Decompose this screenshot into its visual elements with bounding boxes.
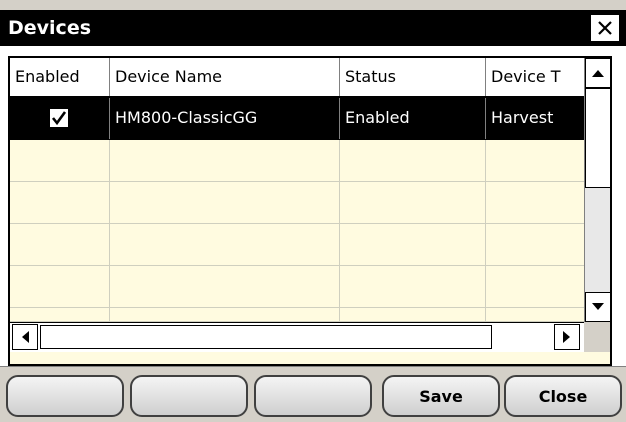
empty-cell <box>10 182 110 223</box>
table-row[interactable]: HM800-ClassicGG Enabled Harvest <box>10 98 584 140</box>
empty-cell <box>486 308 584 321</box>
chevron-right-icon <box>563 331 570 343</box>
chevron-left-icon <box>22 331 29 343</box>
scroll-down-button[interactable] <box>585 292 610 322</box>
close-button[interactable]: Close <box>504 375 622 417</box>
save-button[interactable]: Save <box>382 375 500 417</box>
scroll-up-button[interactable] <box>585 58 610 88</box>
title-bar: Devices <box>0 10 626 46</box>
horizontal-scroll-thumb[interactable] <box>40 325 492 349</box>
horizontal-scrollbar[interactable] <box>10 322 584 352</box>
enabled-checkbox[interactable] <box>48 107 70 129</box>
device-type-cell: Harvest <box>491 108 554 127</box>
empty-cell <box>486 266 584 307</box>
vertical-scrollbar[interactable] <box>584 58 610 322</box>
empty-cell <box>486 224 584 265</box>
chevron-up-icon <box>592 70 604 77</box>
empty-cell <box>340 308 486 321</box>
empty-cell <box>10 308 110 321</box>
column-header-device-type[interactable]: Device T <box>486 58 584 96</box>
scroll-left-button[interactable] <box>12 324 38 350</box>
close-window-button[interactable] <box>590 14 620 42</box>
empty-cell <box>110 224 340 265</box>
enabled-cell <box>10 98 110 139</box>
table-row[interactable] <box>10 308 584 322</box>
vertical-scroll-thumb[interactable] <box>585 88 610 188</box>
table-row[interactable] <box>10 224 584 266</box>
table-header: Enabled Device Name Status Device T <box>10 58 584 98</box>
column-header-enabled[interactable]: Enabled <box>10 58 110 96</box>
empty-cell <box>10 266 110 307</box>
blank-button-3[interactable] <box>254 375 372 417</box>
empty-cell <box>486 182 584 223</box>
devices-window: Devices Enabled Device Name Status Devic… <box>0 0 626 422</box>
empty-cell <box>340 224 486 265</box>
content-area: Enabled Device Name Status Device T HM80… <box>0 46 626 366</box>
button-bar: Save Close <box>0 366 626 422</box>
empty-cell <box>486 140 584 181</box>
empty-cell <box>110 140 340 181</box>
checkmark-icon <box>51 111 67 126</box>
empty-cell <box>340 182 486 223</box>
empty-cell <box>340 140 486 181</box>
window-title: Devices <box>8 17 92 39</box>
empty-cell <box>340 266 486 307</box>
table-row[interactable] <box>10 266 584 308</box>
devices-table: Enabled Device Name Status Device T HM80… <box>8 56 612 366</box>
chevron-down-icon <box>592 303 604 310</box>
device-name-cell: HM800-ClassicGG <box>110 98 340 139</box>
status-cell: Enabled <box>340 98 486 139</box>
empty-cell <box>10 224 110 265</box>
empty-cell <box>110 182 340 223</box>
scroll-right-button[interactable] <box>554 324 580 350</box>
empty-cell <box>110 266 340 307</box>
empty-cell <box>10 140 110 181</box>
blank-button-2[interactable] <box>130 375 248 417</box>
table-row[interactable] <box>10 140 584 182</box>
scrollbar-corner <box>584 322 610 352</box>
table-row[interactable] <box>10 182 584 224</box>
empty-cell <box>110 308 340 321</box>
column-header-device-name[interactable]: Device Name <box>110 58 340 96</box>
blank-button-1[interactable] <box>6 375 124 417</box>
column-header-status[interactable]: Status <box>340 58 486 96</box>
close-icon <box>598 21 612 35</box>
